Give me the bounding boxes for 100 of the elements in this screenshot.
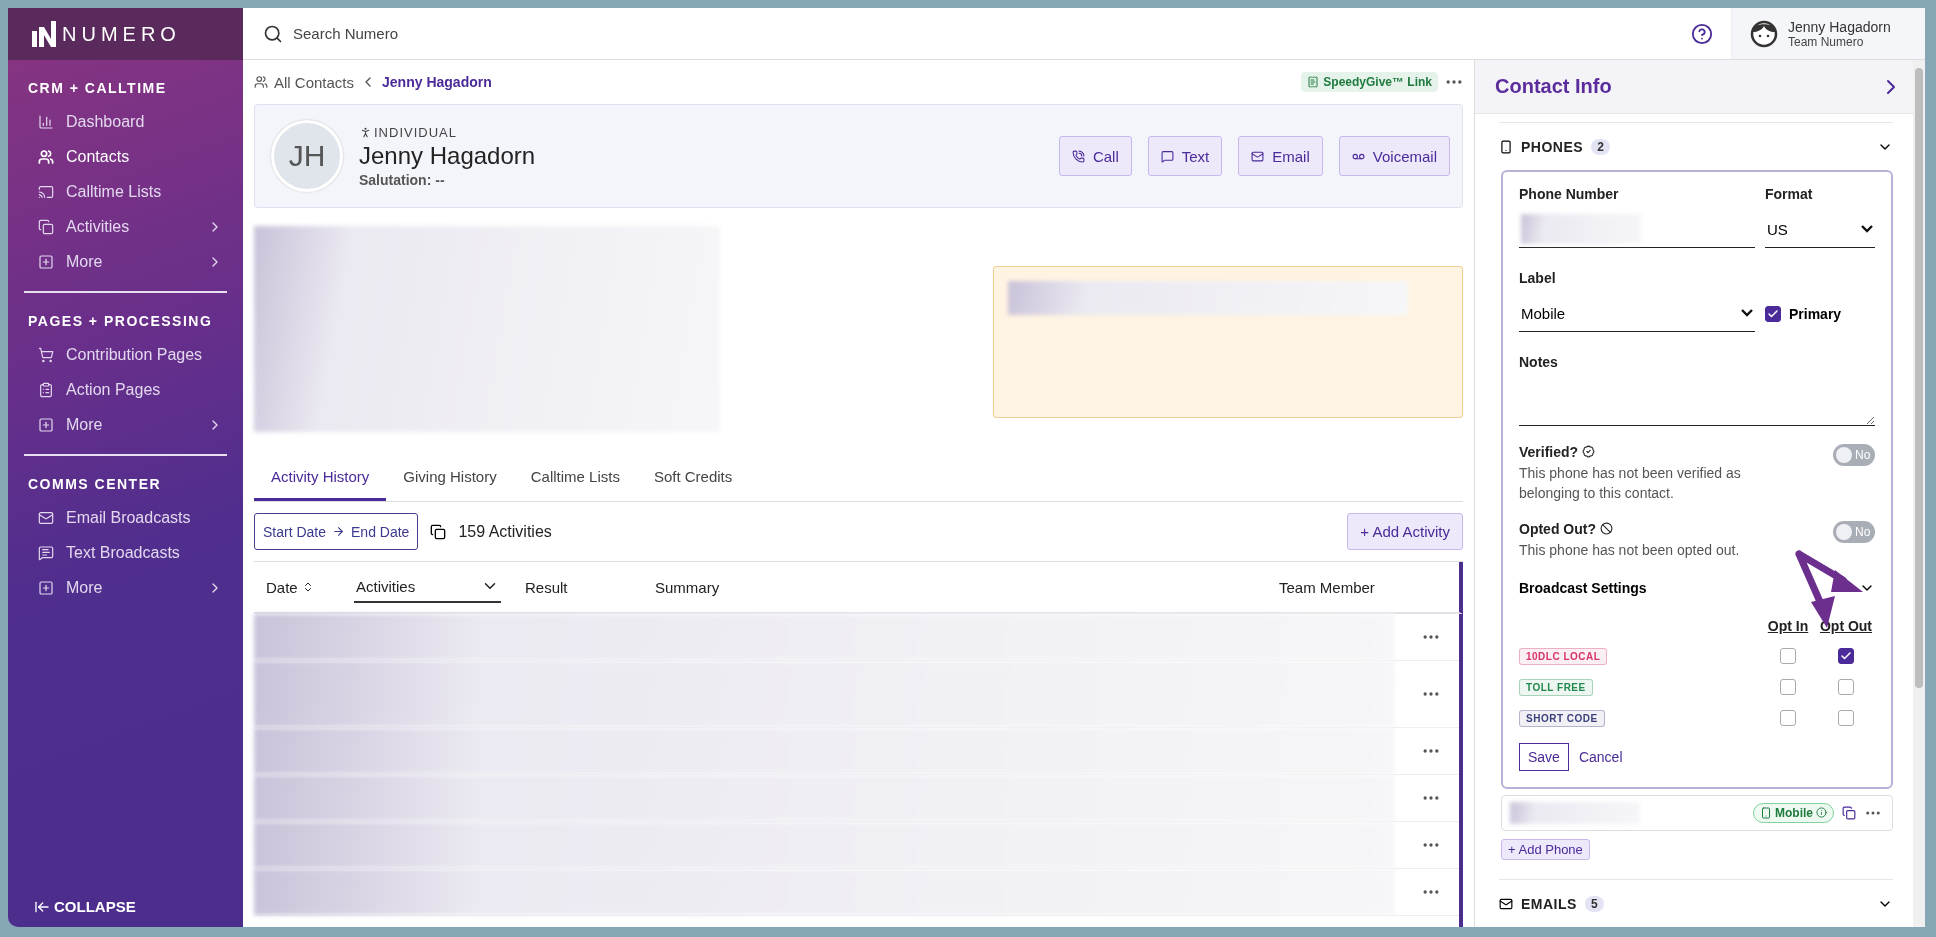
section-title: PHONES bbox=[1521, 138, 1584, 155]
checkbox[interactable] bbox=[1780, 648, 1796, 665]
breadcrumb-link[interactable]: All Contacts bbox=[274, 73, 355, 91]
channel-tag: TOLL FREE bbox=[1519, 678, 1593, 696]
contact-type: INDIVIDUAL bbox=[359, 124, 1043, 140]
help-icon[interactable] bbox=[1691, 22, 1713, 45]
speedygive-link[interactable]: SpeedyGive™ Link bbox=[1301, 72, 1438, 92]
section-title: CRM + CALLTIME bbox=[27, 79, 168, 98]
contact-name: Jenny Hagadorn bbox=[359, 141, 537, 170]
panel-title: Contact Info bbox=[1495, 75, 1612, 99]
team-name: Team Numero bbox=[1788, 34, 1864, 49]
checkbox[interactable] bbox=[1780, 679, 1796, 696]
column-header: Team Member bbox=[1279, 578, 1376, 596]
save-button[interactable]: Save bbox=[1519, 742, 1569, 771]
nav-link[interactable]: Activities bbox=[8, 209, 243, 244]
checkbox[interactable] bbox=[1838, 679, 1854, 696]
add-activity-button[interactable]: + Add Activity bbox=[1347, 513, 1463, 550]
status-title: Verified? bbox=[1519, 443, 1779, 460]
mail-icon bbox=[38, 509, 54, 526]
field-label: Label bbox=[1519, 269, 1557, 286]
collapse-button[interactable]: COLLAPSE bbox=[34, 898, 136, 915]
label-select[interactable]: Mobile bbox=[1519, 295, 1755, 332]
phone-number-field[interactable] bbox=[1519, 211, 1755, 248]
label-badge: Mobile bbox=[1753, 802, 1834, 823]
checkbox[interactable] bbox=[1780, 710, 1796, 727]
search-icon bbox=[263, 23, 283, 44]
phone-icon bbox=[1499, 139, 1513, 154]
users-icon bbox=[254, 75, 268, 89]
logo-icon bbox=[30, 21, 56, 47]
field-label: Phone Number bbox=[1519, 185, 1620, 202]
nav-link[interactable]: Action Pages bbox=[8, 372, 243, 407]
user-name: Jenny Hagadorn bbox=[1788, 18, 1891, 35]
format-select[interactable]: US bbox=[1765, 211, 1875, 248]
message-icon bbox=[38, 544, 54, 561]
activity-count: 159 Activities bbox=[458, 522, 552, 541]
nav-link[interactable]: Contacts bbox=[8, 139, 243, 174]
tab[interactable]: Soft Credits bbox=[636, 456, 750, 501]
primary-checkbox[interactable]: Primary bbox=[1765, 295, 1875, 332]
checkbox[interactable] bbox=[1838, 710, 1854, 727]
nav-link[interactable]: More bbox=[8, 244, 243, 279]
logo-text: NUMERO bbox=[62, 22, 181, 46]
cast-icon bbox=[38, 183, 54, 200]
action-button[interactable]: Voicemail bbox=[1338, 136, 1450, 176]
nav-link[interactable]: More bbox=[8, 407, 243, 442]
action-button[interactable]: Call bbox=[1058, 136, 1132, 176]
nav-link[interactable]: More bbox=[8, 570, 243, 605]
mail-icon bbox=[1251, 149, 1265, 163]
scrollbar[interactable] bbox=[1915, 68, 1923, 688]
message-icon bbox=[1160, 149, 1174, 163]
phone-icon bbox=[1071, 149, 1085, 163]
copy-icon[interactable] bbox=[1842, 805, 1856, 820]
nav-link[interactable]: Email Broadcasts bbox=[8, 500, 243, 535]
nav-link[interactable]: Text Broadcasts bbox=[8, 535, 243, 570]
section-title: PAGES + PROCESSING bbox=[27, 312, 214, 331]
activities-select[interactable]: Activities bbox=[354, 571, 501, 603]
column-header: Summary bbox=[655, 578, 721, 596]
cart-icon bbox=[38, 346, 54, 363]
section-title: EMAILS bbox=[1521, 895, 1577, 912]
receipt-icon bbox=[1307, 76, 1320, 88]
count-badge: 2 bbox=[1591, 138, 1610, 155]
avatar-icon bbox=[1750, 19, 1778, 48]
nav-link[interactable]: Dashboard bbox=[8, 104, 243, 139]
section-title: COMMS CENTER bbox=[27, 475, 163, 494]
channel-tag: SHORT CODE bbox=[1519, 709, 1605, 727]
person-icon bbox=[359, 125, 372, 139]
nav-link[interactable]: Contribution Pages bbox=[8, 337, 243, 372]
avatar: JH bbox=[271, 120, 343, 192]
copy-icon bbox=[38, 218, 54, 235]
field-label: Format bbox=[1765, 185, 1814, 202]
nav-link[interactable]: Calltime Lists bbox=[8, 174, 243, 209]
ban-icon bbox=[1600, 522, 1613, 536]
tab[interactable]: Calltime Lists bbox=[513, 456, 637, 501]
action-button[interactable]: Email bbox=[1238, 136, 1323, 176]
cancel-button[interactable]: Cancel bbox=[1578, 748, 1623, 765]
count-badge: 5 bbox=[1584, 895, 1604, 912]
broadcast-title: Broadcast Settings bbox=[1519, 579, 1647, 596]
action-button[interactable]: Text bbox=[1147, 136, 1223, 176]
field-label: Notes bbox=[1519, 353, 1559, 370]
date-range-button[interactable]: Start Date End Date bbox=[254, 513, 419, 550]
badge-check-icon bbox=[1582, 445, 1596, 459]
tab[interactable]: Activity History bbox=[254, 456, 387, 501]
channel-tag: 10DLC LOCAL bbox=[1519, 647, 1608, 665]
add-phone-button[interactable]: + Add Phone bbox=[1501, 838, 1590, 860]
plus-square-icon bbox=[38, 416, 54, 433]
breadcrumb-current: Jenny Hagadorn bbox=[382, 74, 492, 90]
checkbox[interactable] bbox=[1838, 648, 1854, 665]
user-menu[interactable]: Jenny Hagadorn Team Numero bbox=[1731, 8, 1925, 59]
mail-icon bbox=[1499, 896, 1513, 911]
chart-icon bbox=[38, 113, 54, 130]
column-header: Result bbox=[525, 578, 569, 596]
users-icon bbox=[38, 148, 54, 165]
chevron-down-icon bbox=[1741, 309, 1753, 318]
tab[interactable]: Giving History bbox=[386, 456, 514, 501]
check-icon bbox=[1767, 307, 1779, 320]
clipboard-icon bbox=[38, 381, 54, 398]
column-header: Opt In bbox=[1766, 617, 1810, 634]
column-header: Date bbox=[254, 578, 354, 596]
status-title: Opted Out? bbox=[1519, 520, 1779, 537]
chevron-down-icon bbox=[1861, 225, 1873, 234]
plus-square-icon bbox=[38, 579, 54, 596]
